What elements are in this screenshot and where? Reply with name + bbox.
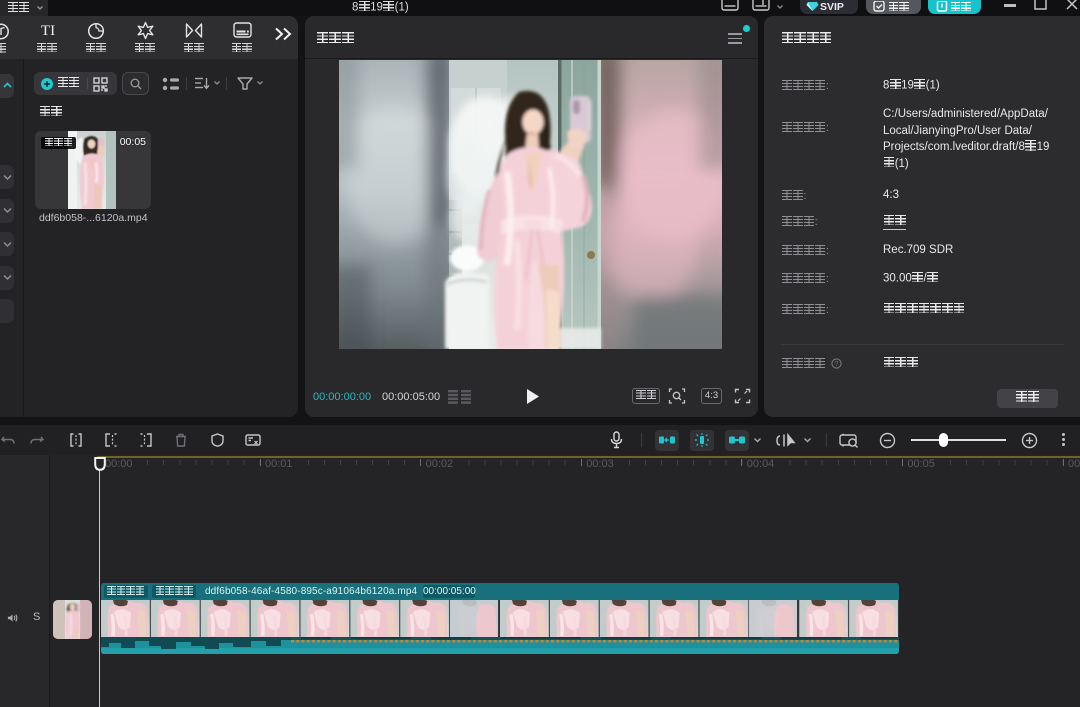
svg-text:?: ? [834, 361, 838, 368]
